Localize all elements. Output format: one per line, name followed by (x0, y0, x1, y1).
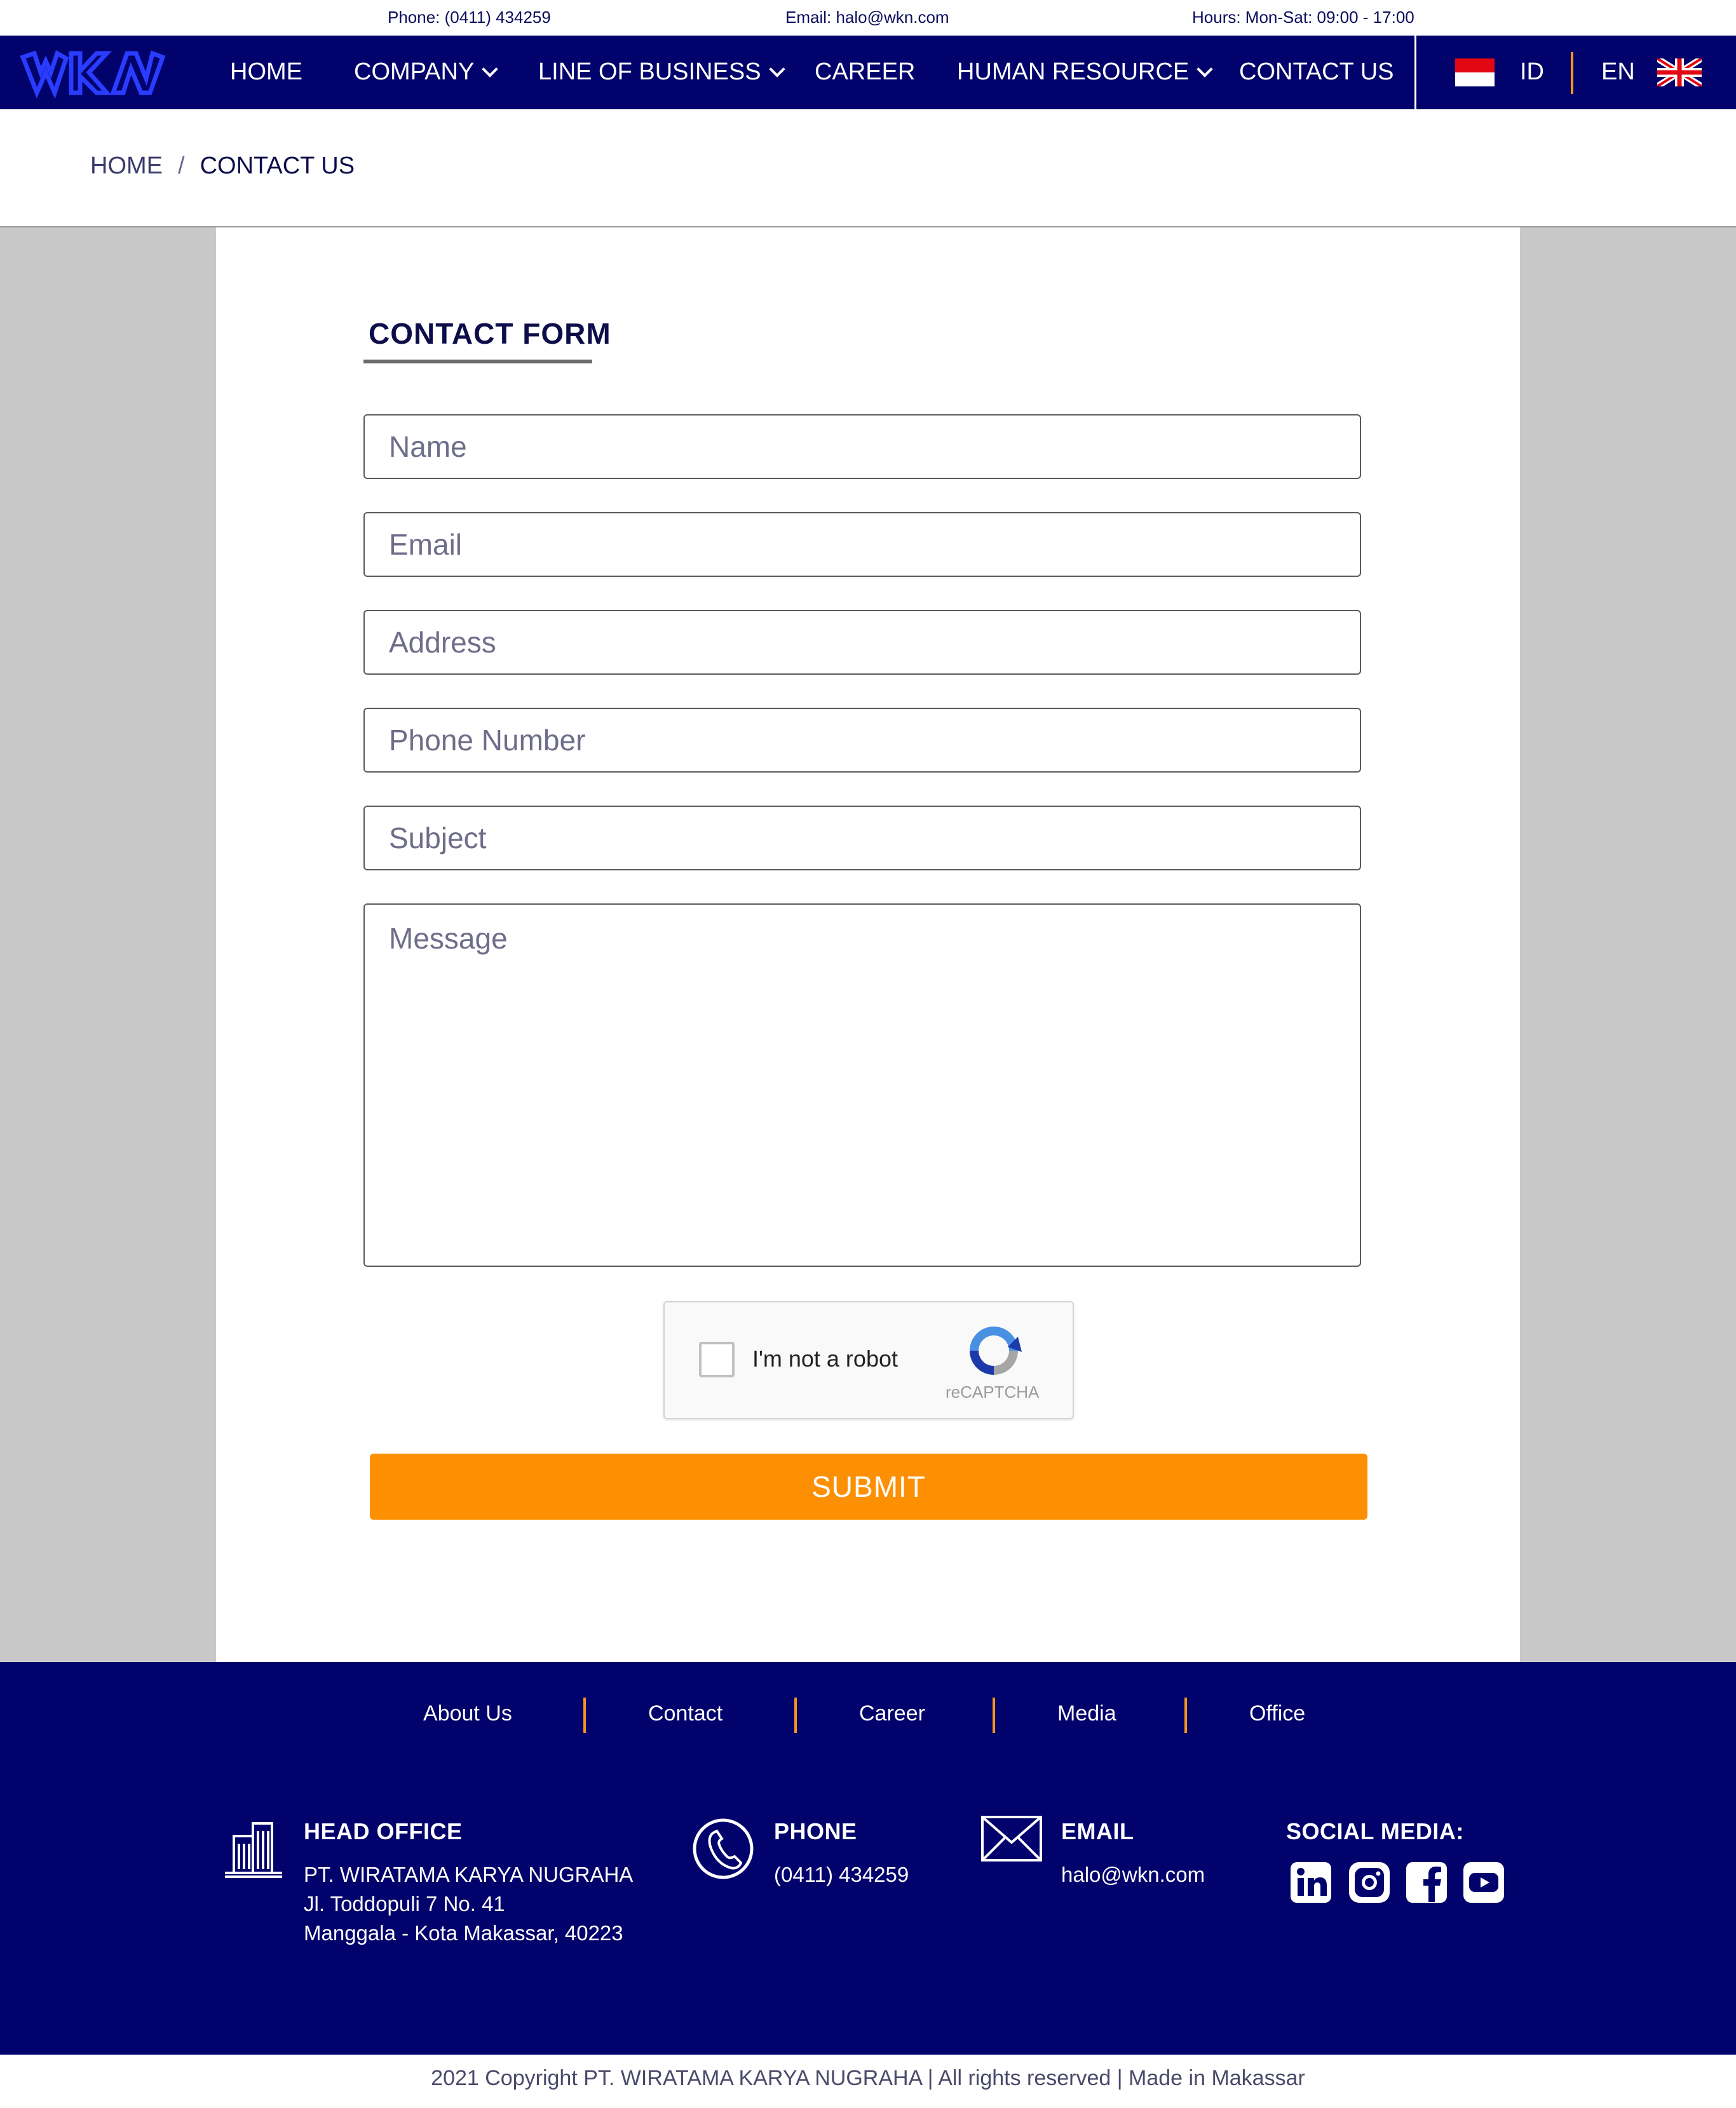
lang-en-button[interactable]: EN (1601, 58, 1635, 86)
title-underline (363, 360, 592, 363)
footer-link-separator (583, 1698, 586, 1733)
email-value[interactable]: halo@wkn.com (1061, 1860, 1205, 1889)
chevron-down-icon (1197, 60, 1213, 78)
head-office-title: HEAD OFFICE (304, 1818, 463, 1844)
nav-company-label: COMPANY (354, 58, 475, 85)
footer: About Us Contact Career Media Office HEA… (0, 1662, 1736, 2055)
nav-career-label: CAREER (815, 58, 916, 85)
social-media-title: SOCIAL MEDIA: (1286, 1818, 1464, 1844)
linkedin-icon[interactable] (1289, 1860, 1333, 1905)
main-navigation: HOME COMPANY LINE OF BUSINESS CAREER HUM… (0, 36, 1736, 109)
nav-lob-label: LINE OF BUSINESS (538, 58, 761, 85)
footer-link-about-us[interactable]: About Us (423, 1701, 512, 1726)
email-input[interactable] (363, 512, 1361, 577)
phone-value[interactable]: (0411) 434259 (774, 1860, 909, 1889)
chevron-down-icon (482, 60, 499, 78)
footer-link-contact[interactable]: Contact (648, 1701, 722, 1726)
submit-button[interactable]: SUBMIT (370, 1454, 1367, 1520)
breadcrumb-current: CONTACT US (200, 152, 355, 179)
nav-line-of-business[interactable]: LINE OF BUSINESS (538, 58, 785, 86)
recaptcha-widget: I'm not a robot reCAPTCHA (663, 1301, 1074, 1419)
message-textarea[interactable] (363, 903, 1361, 1267)
phone-title: PHONE (774, 1818, 857, 1844)
name-input[interactable] (363, 414, 1361, 479)
breadcrumb: HOME / CONTACT US (90, 152, 355, 180)
address-input[interactable] (363, 610, 1361, 675)
instagram-icon[interactable] (1347, 1860, 1392, 1905)
head-office-street: Jl. Toddopuli 7 No. 41 (304, 1892, 505, 1915)
facebook-icon[interactable] (1404, 1860, 1449, 1905)
nav-contact-us[interactable]: CONTACT US (1239, 58, 1394, 86)
indonesia-flag-icon[interactable] (1455, 58, 1495, 86)
head-office-city: Manggala - Kota Makassar, 40223 (304, 1921, 623, 1945)
recaptcha-label: I'm not a robot (752, 1346, 898, 1372)
contact-form-title: CONTACT FORM (369, 317, 611, 350)
footer-link-separator (794, 1698, 797, 1733)
nav-contact-label: CONTACT US (1239, 58, 1394, 85)
footer-link-separator (1184, 1698, 1187, 1733)
recaptcha-checkbox[interactable] (699, 1342, 735, 1377)
nav-human-resource[interactable]: HUMAN RESOURCE (957, 58, 1213, 86)
envelope-icon (981, 1816, 1042, 1861)
recaptcha-logo-icon (970, 1327, 1022, 1375)
head-office-company: PT. WIRATAMA KARYA NUGRAHA (304, 1863, 634, 1886)
footer-link-media[interactable]: Media (1057, 1701, 1116, 1726)
lang-id-button[interactable]: ID (1520, 58, 1544, 86)
footer-link-office[interactable]: Office (1249, 1701, 1305, 1726)
subject-input[interactable] (363, 806, 1361, 870)
footer-link-career[interactable]: Career (859, 1701, 925, 1726)
lang-separator (1571, 52, 1573, 94)
wkn-logo[interactable] (18, 44, 168, 102)
lang-id-label: ID (1520, 58, 1544, 85)
chevron-down-icon (768, 60, 785, 78)
topbar-phone: Phone: (0411) 434259 (388, 8, 551, 27)
copyright-text: 2021 Copyright PT. WIRATAMA KARYA NUGRAH… (431, 2066, 1305, 2090)
nav-company[interactable]: COMPANY (354, 58, 499, 86)
youtube-icon[interactable] (1461, 1860, 1506, 1905)
topbar-email: Email: halo@wkn.com (785, 8, 949, 27)
nav-career[interactable]: CAREER (815, 58, 915, 86)
building-icon (225, 1822, 282, 1878)
footer-link-separator (993, 1698, 995, 1733)
breadcrumb-separator: / (178, 152, 185, 179)
nav-home-label: HOME (230, 58, 302, 85)
phone-icon (693, 1818, 754, 1879)
email-title: EMAIL (1061, 1818, 1134, 1844)
nav-home[interactable]: HOME (230, 58, 302, 86)
phone-number-input[interactable] (363, 708, 1361, 773)
lang-en-label: EN (1601, 58, 1635, 85)
top-info-bar: Phone: (0411) 434259 Email: halo@wkn.com… (0, 0, 1736, 36)
breadcrumb-home[interactable]: HOME (90, 152, 163, 180)
uk-flag-icon[interactable] (1657, 58, 1702, 86)
recaptcha-brand: reCAPTCHA (946, 1382, 1040, 1402)
topbar-hours: Hours: Mon-Sat: 09:00 - 17:00 (1192, 8, 1414, 27)
nav-divider (1414, 36, 1416, 109)
nav-hr-label: HUMAN RESOURCE (957, 58, 1190, 85)
